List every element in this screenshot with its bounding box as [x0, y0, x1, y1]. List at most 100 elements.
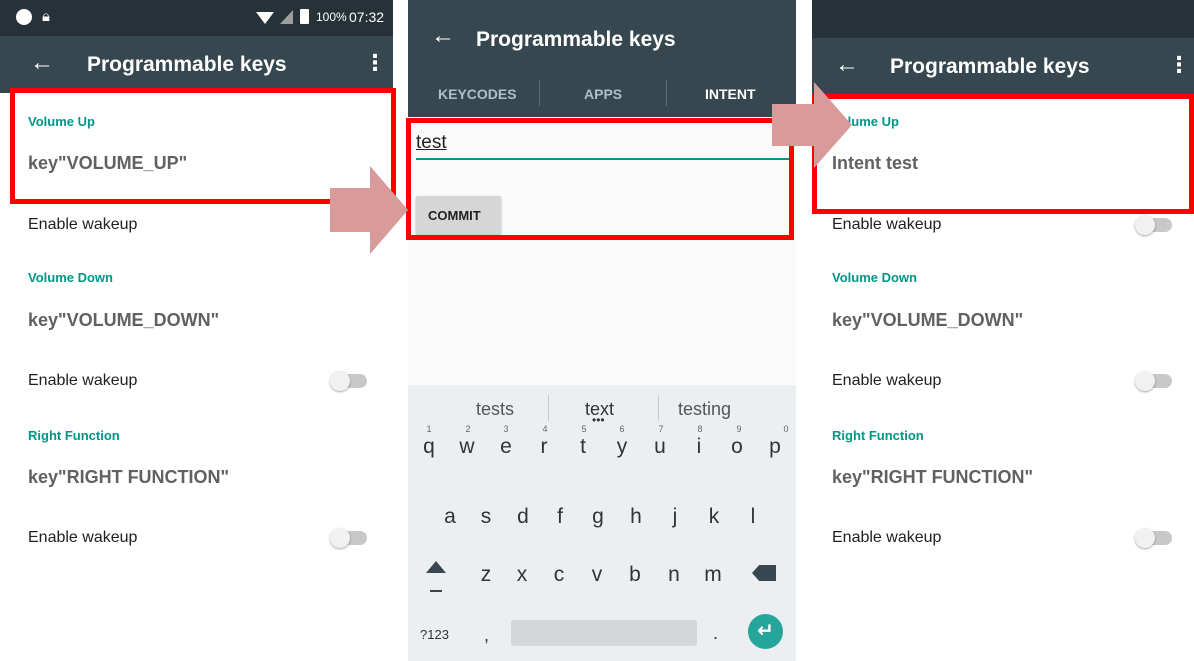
tab-divider [539, 80, 540, 106]
key-t[interactable]: t [568, 435, 598, 459]
status-bar: 🔒︎ 100% 07:32 [0, 0, 393, 36]
tab-keycodes[interactable]: KEYCODES [438, 86, 517, 102]
clock: 07:32 [349, 9, 385, 25]
key-j[interactable]: j [660, 505, 690, 529]
category-label: Volume Down [28, 270, 113, 285]
key-symbols[interactable]: ?123 [420, 627, 449, 642]
toggle-knob [330, 528, 350, 548]
key-e[interactable]: e [491, 435, 521, 459]
key-hint: 6 [619, 424, 625, 434]
wakeup-toggle[interactable] [1135, 528, 1172, 548]
key-s[interactable]: s [471, 505, 501, 529]
key-z[interactable]: z [471, 563, 501, 587]
tab-bar: KEYCODES APPS INTENT [408, 72, 796, 117]
category-label: Volume Down [832, 270, 917, 285]
wakeup-toggle[interactable] [1135, 371, 1172, 391]
key-hint: 0 [783, 424, 789, 434]
status-bar [812, 0, 1194, 38]
tab-apps[interactable]: APPS [584, 86, 622, 102]
wakeup-label: Enable wakeup [28, 529, 138, 546]
tab-intent[interactable]: INTENT [705, 86, 756, 102]
key-hint: 8 [697, 424, 703, 434]
suggestion-divider [548, 395, 549, 421]
key-y[interactable]: y [607, 435, 637, 459]
key-hint: 1 [426, 424, 432, 434]
overflow-menu-icon[interactable]: ⋮ [1168, 54, 1190, 76]
key-value: key"VOLUME_DOWN" [832, 310, 1024, 330]
screen-intent-editor: ← Programmable keys KEYCODES APPS INTENT… [408, 0, 796, 661]
toggle-knob [1135, 528, 1155, 548]
key-f[interactable]: f [545, 505, 575, 529]
toggle-knob [1135, 371, 1155, 391]
key-i[interactable]: i [684, 435, 714, 459]
wakeup-label: Enable wakeup [28, 372, 138, 389]
back-arrow-icon[interactable]: ← [431, 24, 455, 48]
key-m[interactable]: m [698, 563, 728, 587]
arrow-icon [772, 82, 852, 168]
suggestion-divider [658, 395, 659, 421]
wakeup-toggle[interactable] [1135, 215, 1172, 235]
key-v[interactable]: v [582, 563, 612, 587]
key-hint: 9 [736, 424, 742, 434]
key-value: key"RIGHT FUNCTION" [832, 467, 1034, 487]
category-label: Right Function [832, 428, 924, 443]
highlight-box [812, 94, 1194, 214]
key-d[interactable]: d [508, 505, 538, 529]
key-value: key"VOLUME_DOWN" [28, 310, 220, 330]
toggle-knob [330, 371, 350, 391]
back-arrow-icon[interactable]: ← [835, 53, 859, 77]
key-n[interactable]: n [659, 563, 689, 587]
key-hint: 5 [581, 424, 587, 434]
shift-icon-underline [430, 590, 442, 592]
wakeup-toggle[interactable] [330, 371, 367, 391]
suggestion[interactable]: tests [476, 399, 514, 420]
app-bar: ← Programmable keys ⋮ [0, 36, 393, 93]
more-suggestions-icon: ••• [592, 413, 605, 427]
key-k[interactable]: k [699, 505, 729, 529]
page-title: Programmable keys [890, 55, 1090, 78]
overflow-menu-icon[interactable]: ⋮ [364, 52, 386, 74]
app-bar: ← Programmable keys KEYCODES APPS INTENT [408, 0, 796, 117]
key-c[interactable]: c [544, 563, 574, 587]
key-p[interactable]: p [760, 435, 790, 459]
wakeup-label: Enable wakeup [832, 529, 942, 546]
shift-icon[interactable] [426, 561, 446, 573]
key-a[interactable]: a [435, 505, 465, 529]
toggle-knob [1135, 215, 1155, 235]
wakeup-label: Enable wakeup [832, 216, 942, 233]
signal-icon [280, 10, 293, 24]
wifi-icon [256, 12, 274, 24]
wakeup-toggle[interactable] [330, 528, 367, 548]
enter-icon[interactable]: ↵ [748, 614, 783, 649]
key-h[interactable]: h [621, 505, 651, 529]
space-bar[interactable] [511, 620, 697, 646]
key-x[interactable]: x [507, 563, 537, 587]
back-arrow-icon[interactable]: ← [30, 51, 54, 75]
key-hint: 4 [542, 424, 548, 434]
arrow-icon [330, 166, 408, 254]
backspace-icon[interactable] [752, 565, 776, 581]
key-u[interactable]: u [645, 435, 675, 459]
key-hint: 7 [658, 424, 664, 434]
sync-icon [16, 9, 32, 25]
key-o[interactable]: o [722, 435, 752, 459]
key-q[interactable]: q [414, 435, 444, 459]
category-label: Right Function [28, 428, 120, 443]
wakeup-label: Enable wakeup [28, 216, 138, 233]
key-w[interactable]: w [452, 435, 482, 459]
page-title: Programmable keys [476, 28, 676, 51]
soft-keyboard: tests text ••• testing 1 q 2 w 3 e 4 r 5… [408, 385, 796, 661]
lock-icon: 🔒︎ [42, 8, 50, 25]
battery-percent: 100% [316, 10, 347, 24]
key-g[interactable]: g [583, 505, 613, 529]
app-bar: ← Programmable keys ⋮ [812, 38, 1194, 94]
highlight-box [406, 118, 794, 240]
key-l[interactable]: l [738, 505, 768, 529]
page-title: Programmable keys [87, 53, 287, 76]
key-b[interactable]: b [620, 563, 650, 587]
key-period[interactable]: . [713, 623, 718, 644]
key-comma[interactable]: , [484, 625, 489, 646]
suggestion[interactable]: testing [678, 399, 731, 420]
key-value: key"RIGHT FUNCTION" [28, 467, 230, 487]
key-r[interactable]: r [529, 435, 559, 459]
